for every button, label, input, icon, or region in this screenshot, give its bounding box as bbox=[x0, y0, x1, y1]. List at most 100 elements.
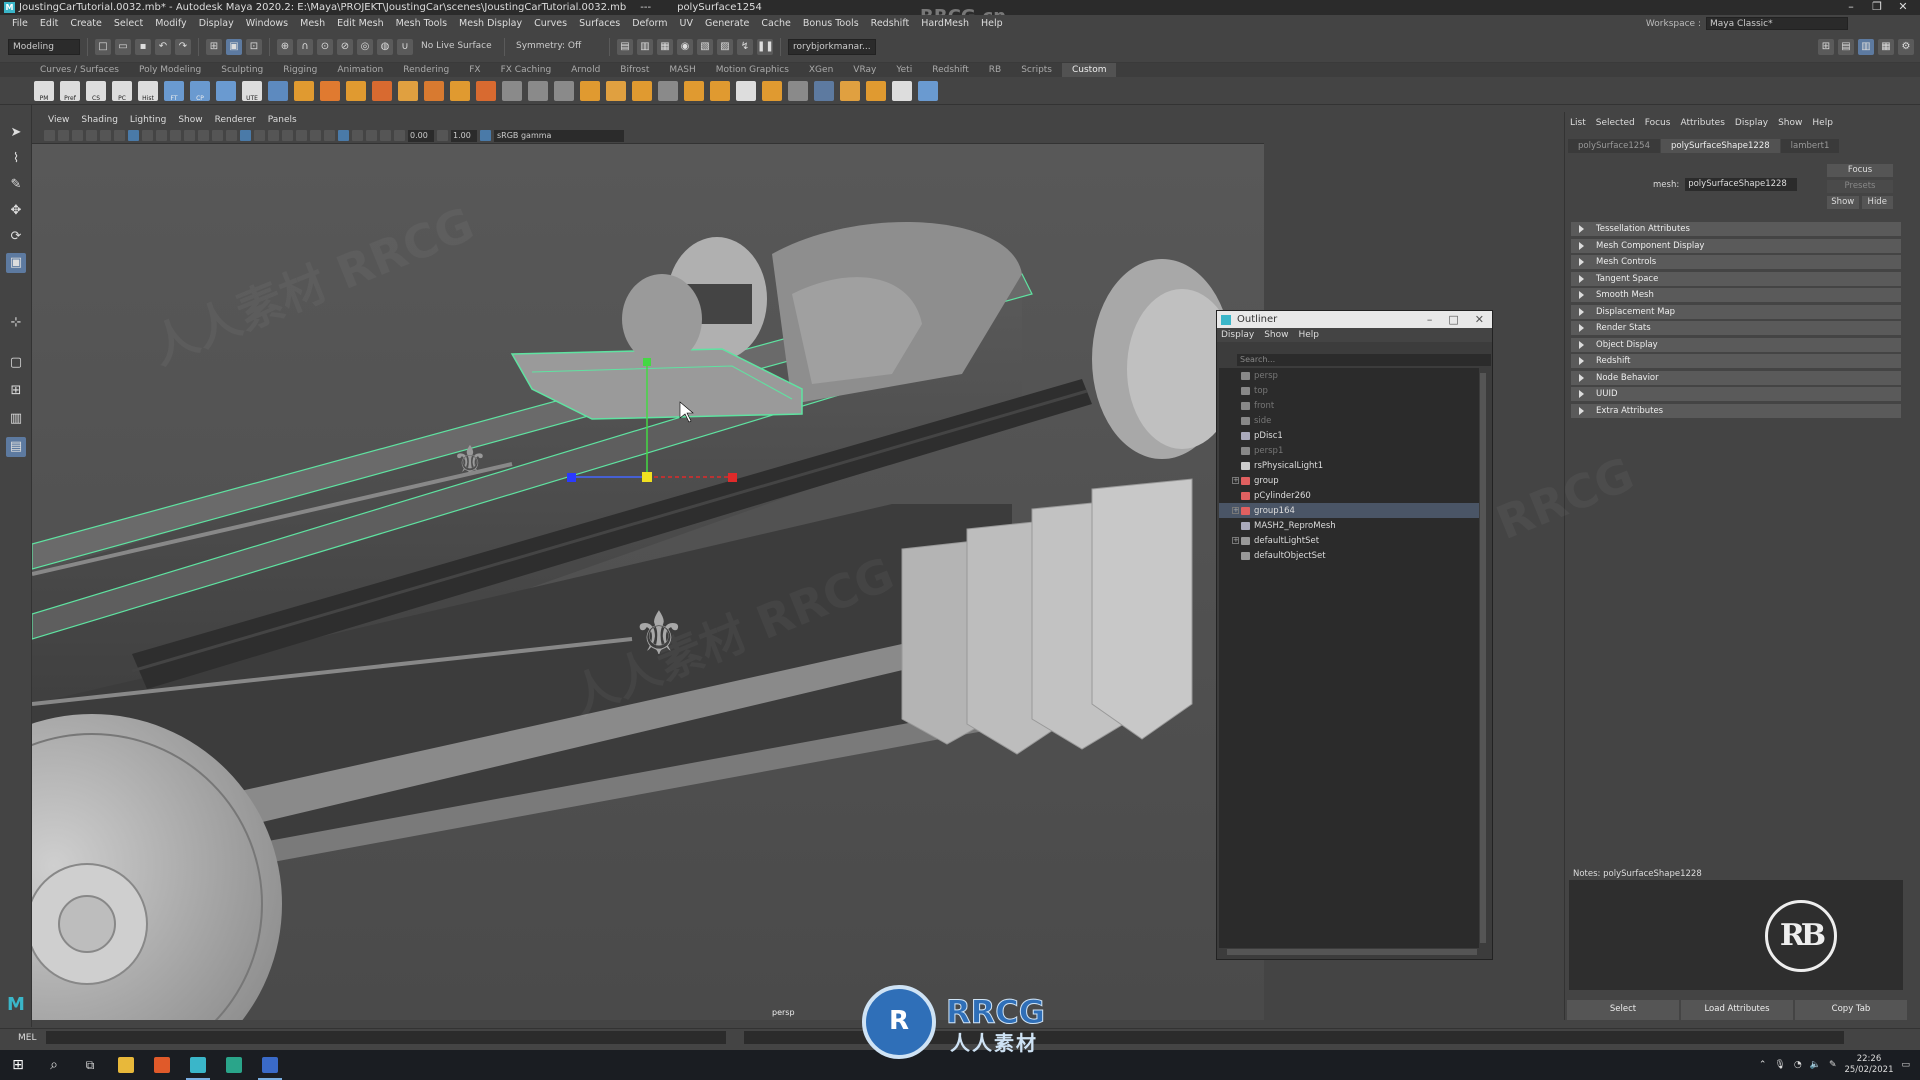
outliner-item[interactable]: + group bbox=[1219, 473, 1479, 488]
menu-generate[interactable]: Generate bbox=[699, 18, 755, 29]
outliner-menu-show[interactable]: Show bbox=[1264, 330, 1288, 340]
ae-section-header[interactable]: Tangent Space bbox=[1571, 271, 1901, 286]
gamma-field[interactable]: 1.00 bbox=[451, 129, 477, 142]
modeling-toolkit-icon[interactable]: ⊞ bbox=[1818, 38, 1834, 55]
shelf-tab-bifrost[interactable]: Bifrost bbox=[610, 63, 659, 77]
shelf-ute-button[interactable]: UTE bbox=[242, 80, 262, 102]
resolution-gate-icon[interactable] bbox=[156, 130, 167, 141]
render-settings-icon[interactable]: ◉ bbox=[677, 38, 693, 55]
command-language-label[interactable]: MEL bbox=[18, 1033, 36, 1043]
shelf-box-icon[interactable] bbox=[710, 80, 730, 101]
settings-gear-icon[interactable]: ⚙ bbox=[1898, 38, 1914, 55]
menu-help[interactable]: Help bbox=[975, 18, 1009, 29]
ae-tab-polysurface[interactable]: polySurface1254 bbox=[1568, 139, 1661, 153]
outliner-item[interactable]: persp1 bbox=[1219, 443, 1479, 458]
gate-mask-icon[interactable] bbox=[170, 130, 181, 141]
shelf-ft-button[interactable]: FT bbox=[164, 80, 184, 102]
taskbar-explorer[interactable] bbox=[108, 1050, 144, 1080]
minimize-button[interactable]: – bbox=[1840, 0, 1862, 14]
menu-modify[interactable]: Modify bbox=[149, 18, 192, 29]
outliner-minimize-button[interactable]: – bbox=[1427, 313, 1433, 326]
ae-menu-selected[interactable]: Selected bbox=[1596, 118, 1635, 128]
ae-section-header[interactable]: Mesh Controls bbox=[1571, 255, 1901, 269]
task-view-button[interactable]: ⧉ bbox=[72, 1050, 108, 1080]
ae-section-header[interactable]: Mesh Component Display bbox=[1571, 238, 1901, 253]
outliner-item[interactable]: top bbox=[1219, 383, 1479, 398]
ae-menu-attributes[interactable]: Attributes bbox=[1680, 118, 1724, 128]
hide-button[interactable]: Hide bbox=[1861, 196, 1893, 209]
smooth-shade-icon[interactable] bbox=[240, 130, 251, 141]
taskbar-maya[interactable] bbox=[180, 1050, 216, 1080]
viewport-menu-lighting[interactable]: Lighting bbox=[124, 115, 172, 125]
field-chart-icon[interactable] bbox=[184, 130, 195, 141]
ae-menu-display[interactable]: Display bbox=[1735, 118, 1768, 128]
color-management-icon[interactable] bbox=[480, 130, 491, 141]
focus-button[interactable]: Focus bbox=[1827, 164, 1893, 177]
snap-point-icon[interactable]: ⊙ bbox=[317, 38, 333, 55]
shelf-cs-button[interactable]: CS bbox=[86, 80, 106, 102]
shelf-package-icon[interactable] bbox=[892, 80, 912, 101]
workspace-dropdown[interactable]: Maya Classic* bbox=[1706, 17, 1848, 30]
isolate-select-icon[interactable] bbox=[352, 130, 363, 141]
use-lights-icon[interactable] bbox=[296, 130, 307, 141]
hypershade-icon[interactable]: ▧ bbox=[697, 38, 713, 55]
shelf-mirror-icon[interactable] bbox=[268, 80, 288, 101]
menu-uv[interactable]: UV bbox=[674, 18, 699, 29]
ae-section-header[interactable]: Redshift bbox=[1571, 354, 1901, 368]
grid-toggle-icon[interactable] bbox=[128, 130, 139, 141]
undo-icon[interactable]: ↶ bbox=[155, 38, 171, 55]
copy-tab-button[interactable]: Copy Tab bbox=[1795, 1000, 1907, 1020]
outliner-search-input[interactable]: Search... bbox=[1237, 354, 1491, 366]
shelf-tab-custom[interactable]: Custom bbox=[1062, 63, 1117, 77]
menu-display[interactable]: Display bbox=[193, 18, 240, 29]
gamma-icon[interactable] bbox=[437, 130, 448, 141]
redshift-ipr-icon[interactable]: ↯ bbox=[737, 38, 753, 55]
shelf-tab-rigging[interactable]: Rigging bbox=[273, 63, 327, 77]
shelf-curve-tool-button[interactable] bbox=[216, 80, 236, 101]
select-tool-icon[interactable]: ➤ bbox=[6, 123, 26, 143]
last-tool-icon[interactable]: ⊹ bbox=[6, 313, 26, 333]
snap-live-icon[interactable]: ◍ bbox=[377, 38, 393, 55]
channel-box-icon[interactable]: ▤ bbox=[1838, 38, 1854, 55]
viewport-menu-renderer[interactable]: Renderer bbox=[209, 115, 262, 125]
shelf-crate-icon[interactable] bbox=[840, 80, 860, 101]
shelf-tab-fx[interactable]: FX bbox=[459, 63, 490, 77]
wireframe-on-shaded-icon[interactable] bbox=[268, 130, 279, 141]
shelf-tab-poly-modeling[interactable]: Poly Modeling bbox=[129, 63, 211, 77]
menu-mesh[interactable]: Mesh bbox=[294, 18, 331, 29]
shelf-tab-animation[interactable]: Animation bbox=[327, 63, 393, 77]
open-scene-icon[interactable]: ▭ bbox=[115, 38, 131, 55]
image-plane-icon[interactable] bbox=[86, 130, 97, 141]
outliner-item[interactable]: pCylinder260 bbox=[1219, 488, 1479, 503]
shelf-mash-icon[interactable] bbox=[814, 80, 834, 101]
menu-windows[interactable]: Windows bbox=[240, 18, 294, 29]
ae-mesh-name-field[interactable]: polySurfaceShape1228 bbox=[1685, 178, 1798, 191]
shelf-measure-icon[interactable] bbox=[528, 80, 548, 101]
shelf-duplicate-icon[interactable] bbox=[580, 80, 600, 101]
shelf-tab-redshift[interactable]: Redshift bbox=[922, 63, 979, 77]
shelf-hist-button[interactable]: Hist bbox=[138, 80, 158, 102]
taskbar-app-blue[interactable] bbox=[252, 1050, 288, 1080]
menu-surfaces[interactable]: Surfaces bbox=[573, 18, 626, 29]
ae-tab-lambert[interactable]: lambert1 bbox=[1780, 139, 1840, 153]
wireframe-icon[interactable] bbox=[226, 130, 237, 141]
network-icon[interactable]: ◔ bbox=[1794, 1060, 1802, 1070]
four-view-icon[interactable]: ⊞ bbox=[6, 381, 26, 401]
outliner-menu-help[interactable]: Help bbox=[1298, 330, 1319, 340]
menu-bonus-tools[interactable]: Bonus Tools bbox=[797, 18, 865, 29]
xray-icon[interactable] bbox=[366, 130, 377, 141]
grease-pencil-icon[interactable] bbox=[114, 130, 125, 141]
outliner-item[interactable]: pDisc1 bbox=[1219, 428, 1479, 443]
shelf-tab-rendering[interactable]: Rendering bbox=[393, 63, 459, 77]
menu-hardmesh[interactable]: HardMesh bbox=[915, 18, 975, 29]
rotate-tool-icon[interactable]: ⟳ bbox=[6, 227, 26, 247]
exposure-icon[interactable] bbox=[394, 130, 405, 141]
shelf-tab-yeti[interactable]: Yeti bbox=[886, 63, 922, 77]
shadows-icon[interactable] bbox=[310, 130, 321, 141]
close-button[interactable]: ✕ bbox=[1892, 0, 1914, 14]
render-view-icon[interactable]: ▨ bbox=[717, 38, 733, 55]
shelf-pref-button[interactable]: Pref bbox=[60, 80, 80, 102]
ae-menu-list[interactable]: List bbox=[1570, 118, 1586, 128]
shelf-pc-button[interactable]: PC bbox=[112, 80, 132, 102]
shelf-sphere-icon[interactable] bbox=[736, 80, 756, 101]
